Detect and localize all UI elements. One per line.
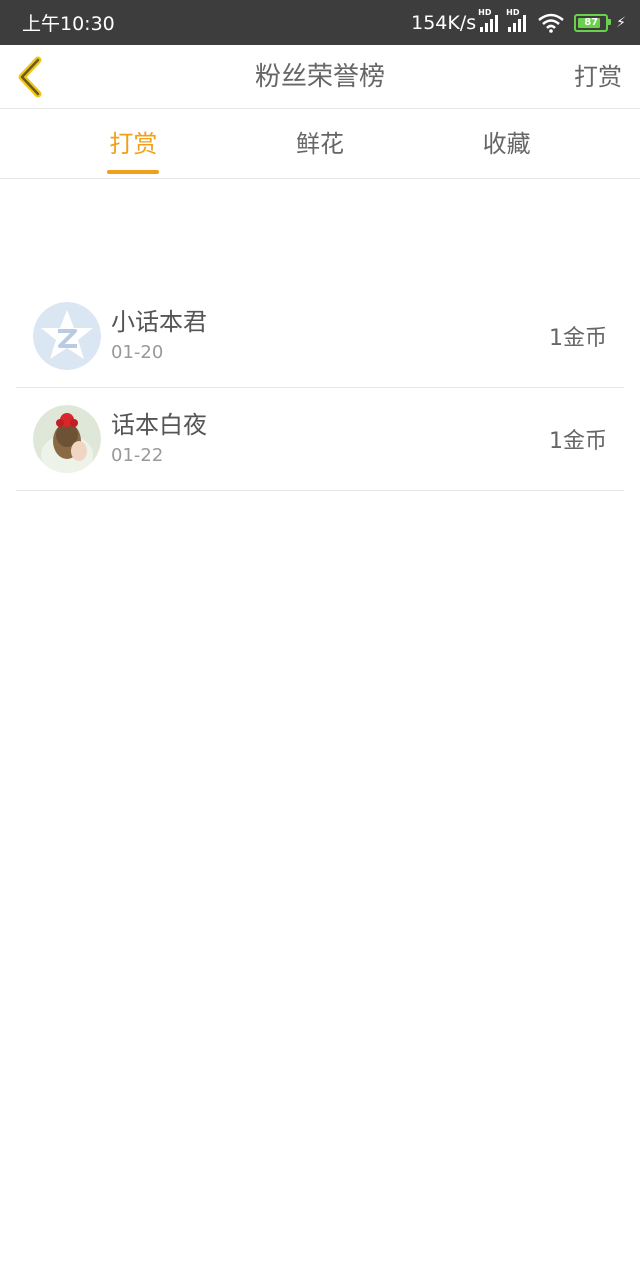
nav-bar: 粉丝荣誉榜 打赏	[0, 45, 640, 109]
status-icons: 154K/s HD HD 87 ⚡	[411, 8, 626, 34]
tab-reward[interactable]: 打赏	[68, 109, 198, 178]
wifi-icon	[538, 13, 564, 33]
reward-date: 01-22	[111, 445, 164, 466]
reward-date: 01-20	[111, 342, 164, 363]
battery-level: 87	[584, 17, 599, 28]
user-name: 话本白夜	[111, 411, 207, 439]
status-bar: 上午10:30 154K/s HD HD 87 ⚡	[0, 0, 640, 45]
reward-amount: 1金币	[549, 429, 607, 454]
reward-amount: 1金币	[549, 326, 607, 351]
signal-icon: HD	[478, 8, 499, 32]
status-time: 上午10:30	[22, 13, 115, 35]
network-speed: 154K/s	[411, 11, 477, 34]
signal-icon-2: HD	[506, 8, 527, 32]
user-info: 小话本君 01-20	[111, 307, 549, 365]
user-name: 小话本君	[111, 308, 207, 336]
battery-icon: 87	[574, 13, 612, 32]
tab-bar: 打赏 鲜花 收藏	[0, 109, 640, 179]
reward-button[interactable]: 打赏	[574, 45, 622, 109]
photo-avatar	[33, 405, 101, 473]
tab-favorites[interactable]: 收藏	[442, 109, 572, 178]
tab-flowers[interactable]: 鲜花	[255, 109, 385, 178]
page-title: 粉丝荣誉榜	[254, 62, 385, 92]
list-item[interactable]: 小话本君 01-20 1金币	[16, 285, 624, 388]
user-info: 话本白夜 01-22	[111, 410, 549, 468]
fan-list: 小话本君 01-20 1金币 话本白夜 01-22 1金币	[0, 285, 640, 491]
default-star-avatar	[33, 302, 101, 370]
list-item[interactable]: 话本白夜 01-22 1金币	[16, 388, 624, 491]
charging-icon: ⚡	[616, 14, 626, 31]
